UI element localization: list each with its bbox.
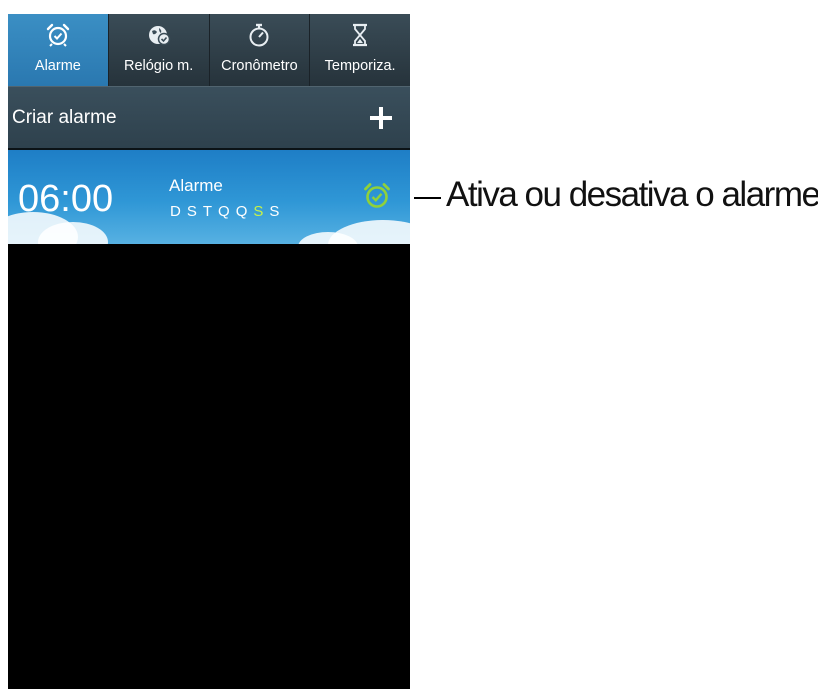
plus-icon xyxy=(370,106,392,129)
alarm-repeat-days: DSTQQSS xyxy=(170,203,285,220)
world-clock-icon xyxy=(146,22,172,48)
alarm-toggle-icon[interactable] xyxy=(362,181,392,211)
phone-screen: Alarme Relógio m. Cronômetro Temporiza. … xyxy=(8,14,410,689)
day-thursday: Q xyxy=(235,203,254,220)
day-wednesday: Q xyxy=(218,203,236,220)
day-saturday: S xyxy=(269,203,286,220)
alarm-name: Alarme xyxy=(169,176,223,195)
callout-line xyxy=(414,197,441,199)
create-alarm-label: Criar alarme xyxy=(12,106,117,128)
day-sunday: D xyxy=(170,203,187,220)
day-friday: S xyxy=(253,203,270,220)
day-monday: S xyxy=(186,203,203,220)
stopwatch-icon xyxy=(246,22,272,48)
hourglass-icon xyxy=(347,22,373,48)
tab-relogio-mundial[interactable]: Relógio m. xyxy=(109,14,210,86)
alarm-list-item[interactable]: 06:00 Alarme DSTQQSS xyxy=(8,150,410,244)
page: Alarme Relógio m. Cronômetro Temporiza. … xyxy=(0,0,818,689)
tab-bar: Alarme Relógio m. Cronômetro Temporiza. xyxy=(8,14,410,86)
tab-temporizador[interactable]: Temporiza. xyxy=(310,14,410,86)
tab-label: Alarme xyxy=(34,58,81,74)
tab-cronometro[interactable]: Cronômetro xyxy=(210,14,311,86)
alarm-time: 06:00 xyxy=(18,178,114,220)
create-alarm-button[interactable]: Criar alarme xyxy=(8,86,410,148)
tab-label: Temporiza. xyxy=(324,58,396,74)
callout-text: Ativa ou desativa o alarme xyxy=(446,175,818,214)
tab-label: Relógio m. xyxy=(123,58,194,74)
alarm-clock-icon xyxy=(45,22,71,48)
tab-alarme[interactable]: Alarme xyxy=(8,14,109,86)
tab-label: Cronômetro xyxy=(221,58,298,74)
day-tuesday: T xyxy=(202,203,219,220)
